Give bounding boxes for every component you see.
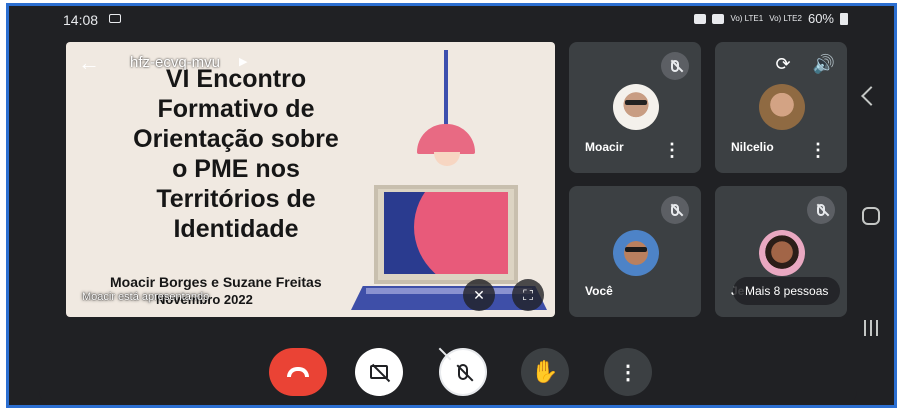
speaker-icon[interactable]: 🔊 — [813, 54, 835, 75]
avatar — [759, 230, 805, 276]
meeting-info-caret-icon[interactable]: ▶ — [239, 55, 247, 68]
end-call-button[interactable] — [269, 348, 327, 396]
avatar — [759, 84, 805, 130]
unpin-icon: ✕ — [473, 286, 485, 303]
fullscreen-button[interactable]: ⛶ — [512, 279, 544, 311]
more-people-chip[interactable]: Mais 8 pessoas — [733, 277, 841, 305]
participant-tile-nilcelio[interactable]: ⟳ 🔊 Nilcelio ⋮ — [715, 42, 847, 173]
nav-recents-icon[interactable] — [864, 320, 880, 336]
status-time: 14:08 — [63, 12, 99, 28]
unpin-button[interactable]: ✕ — [463, 279, 495, 311]
lamp-illustration-cord — [444, 50, 448, 128]
presentation-view[interactable]: VI Encontro Formativo de Orientação sobr… — [66, 42, 555, 317]
slide-authors: Moacir Borges e Suzane Freitas — [110, 274, 322, 290]
nav-back-icon[interactable] — [861, 86, 881, 106]
meet-call-area: VI Encontro Formativo de Orientação sobr… — [39, 34, 857, 405]
participant-tile-more[interactable]: Je Mais 8 pessoas — [715, 186, 847, 317]
more-vert-icon[interactable]: ⋮ — [663, 141, 681, 159]
phone-hangup-icon — [287, 367, 309, 377]
lamp-illustration-bulb — [434, 152, 460, 166]
mic-off-icon — [458, 364, 468, 380]
alarm-icon — [694, 13, 707, 24]
switch-camera-icon[interactable]: ⟳ — [775, 54, 790, 75]
signal-lte1: Vo) LTE1 — [730, 13, 764, 23]
nav-home-icon[interactable] — [862, 207, 880, 225]
camera-toggle-button[interactable] — [355, 348, 403, 396]
app-frame: 14:08 Vo) LTE1 Vo) LTE2 60% VI Encontro … — [6, 3, 897, 408]
muted-mic-icon — [807, 196, 835, 224]
back-arrow-icon[interactable]: ← — [78, 50, 100, 76]
participant-name: Você — [585, 284, 613, 298]
raise-hand-button[interactable]: ✋ — [521, 348, 569, 396]
laptop-illustration-keyboard — [366, 288, 532, 294]
avatar — [613, 230, 659, 276]
mic-toggle-button[interactable] — [439, 348, 487, 396]
more-vert-icon: ⋮ — [618, 361, 638, 384]
slide-title: VI Encontro Formativo de Orientação sobr… — [133, 65, 339, 243]
signal-lte2: Vo) LTE2 — [769, 13, 802, 23]
meeting-code[interactable]: hfz-ecvq-mvu — [130, 54, 220, 71]
lamp-illustration-shade — [417, 124, 475, 154]
presenting-notice: Moacir está apresentando — [82, 291, 210, 303]
wifi-icon — [712, 13, 725, 24]
participant-name: Nilcelio — [731, 140, 774, 154]
avatar — [613, 84, 659, 130]
participant-tile-voce[interactable]: Você — [569, 186, 701, 317]
fullscreen-icon: ⛶ — [523, 286, 533, 303]
self-controls: ⟳ 🔊 — [775, 54, 835, 75]
battery-icon — [840, 12, 848, 25]
participant-name: Moacir — [585, 140, 624, 154]
battery-level: 60% — [807, 11, 834, 26]
more-vert-icon[interactable]: ⋮ — [809, 141, 827, 159]
call-controls: ✋ ⋮ — [39, 348, 857, 398]
muted-mic-icon — [661, 196, 689, 224]
participant-tile-moacir[interactable]: Moacir ⋮ — [569, 42, 701, 173]
muted-mic-icon — [661, 52, 689, 80]
camera-off-icon — [370, 365, 388, 379]
cast-icon — [109, 14, 121, 23]
status-indicators: Vo) LTE1 Vo) LTE2 60% — [694, 11, 848, 26]
hand-icon: ✋ — [531, 359, 559, 384]
more-options-button[interactable]: ⋮ — [604, 348, 652, 396]
status-bar: 14:08 Vo) LTE1 Vo) LTE2 60% — [9, 6, 894, 34]
